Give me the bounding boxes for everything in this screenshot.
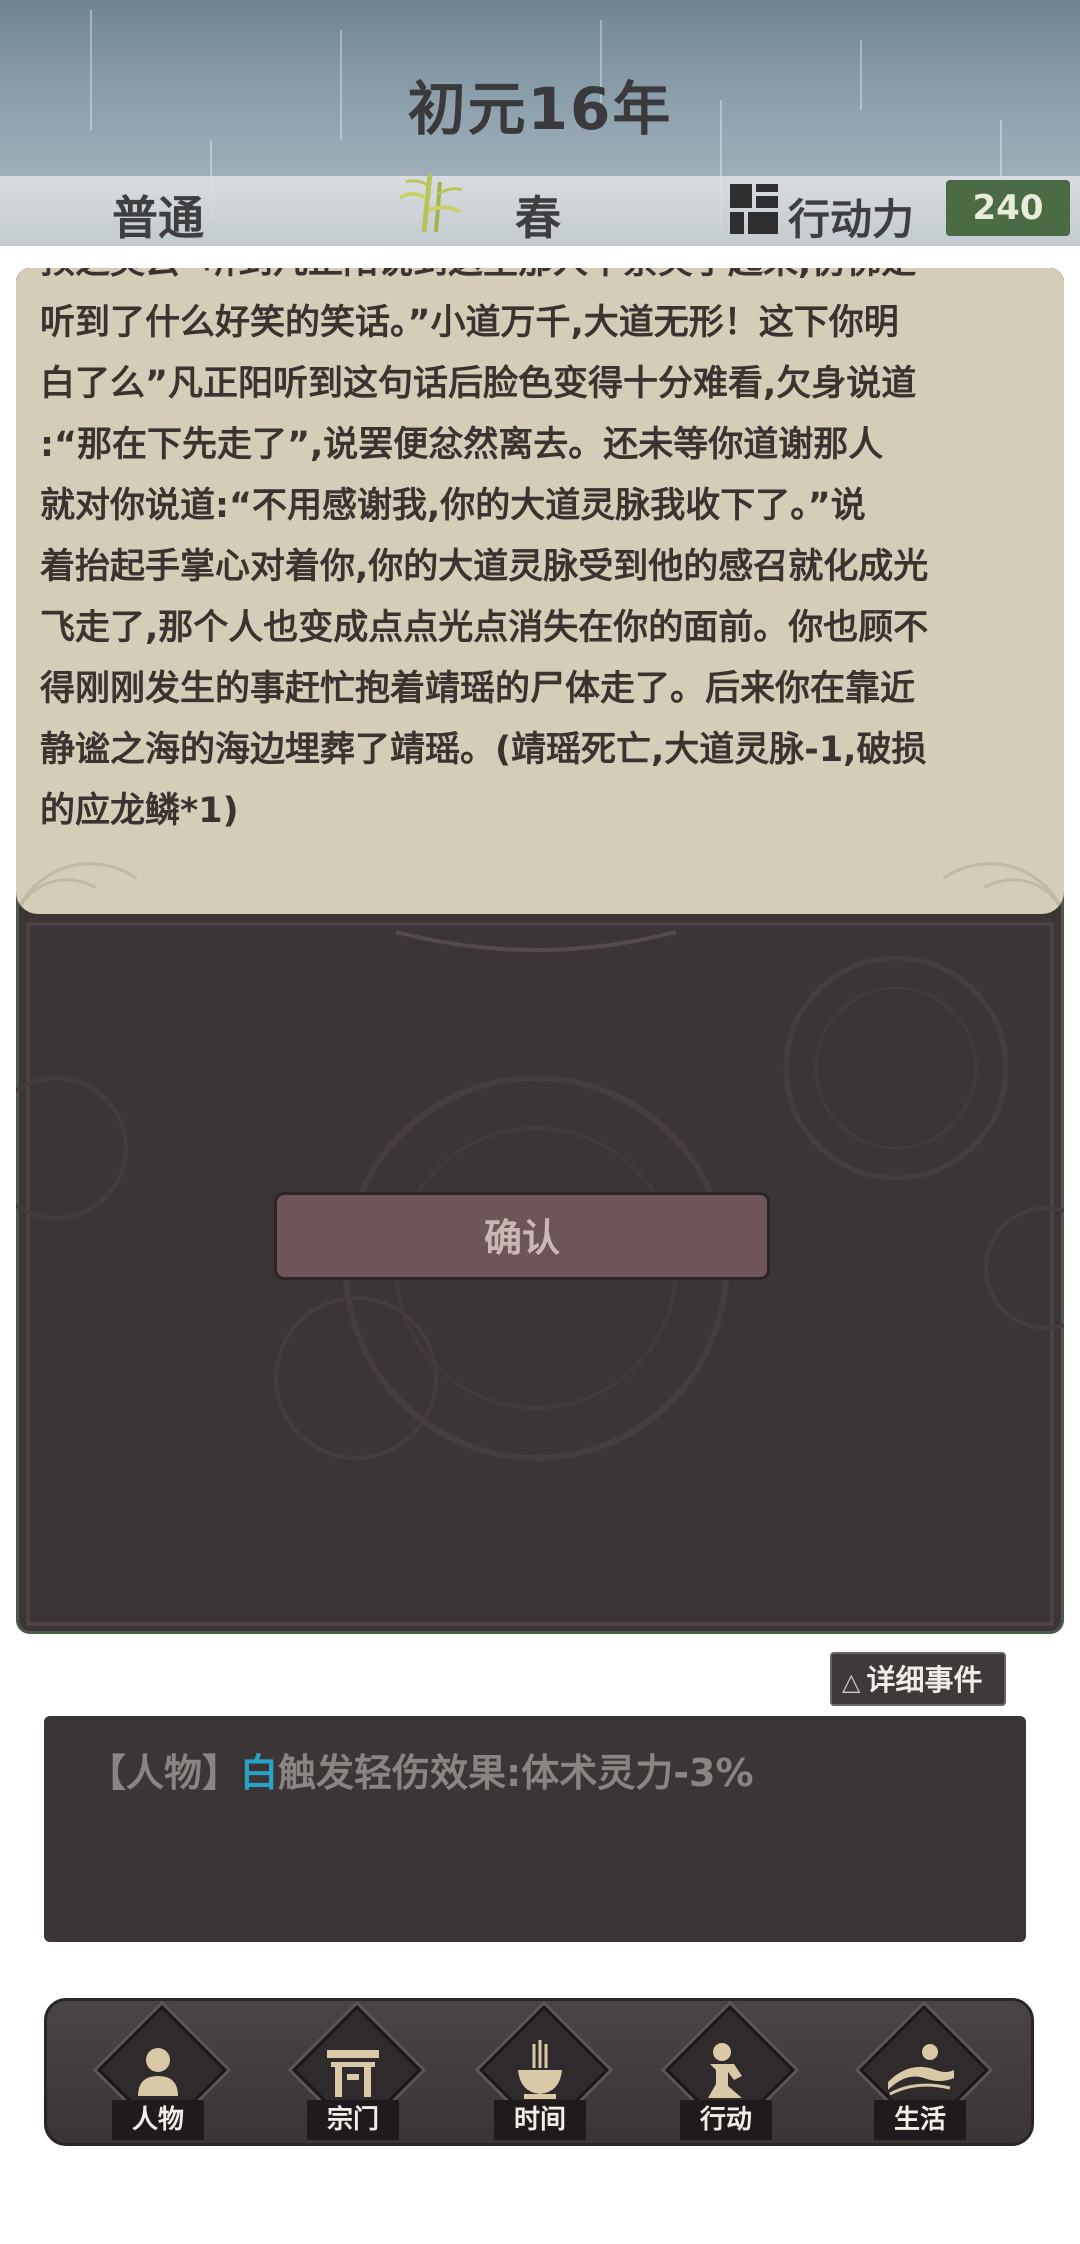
event-log[interactable]: 【人物】白触发轻伤效果:体术灵力-3% — [44, 1716, 1026, 1942]
nav-item-time[interactable]: 时间 — [470, 2004, 610, 2142]
person-icon — [138, 2048, 178, 2096]
nav-label: 人物 — [112, 2100, 204, 2140]
confirm-button[interactable]: 确认 — [274, 1192, 770, 1280]
triangle-icon: △ — [842, 1668, 861, 1696]
nav-label: 时间 — [494, 2100, 586, 2140]
nav-label: 宗门 — [307, 2100, 399, 2140]
log-category: 【人物】 — [88, 1751, 241, 1795]
top-header: 初元16年 普通 春 行动力 240 — [0, 0, 1080, 246]
nav-item-action[interactable]: 行动 — [656, 2004, 796, 2142]
text-box-corner-ornament — [16, 862, 1064, 914]
action-points-label: 行动力 — [788, 195, 915, 244]
difficulty-mode: 普通 — [112, 191, 204, 245]
bamboo-icon — [398, 173, 463, 233]
action-figure-icon — [708, 2043, 742, 2098]
nav-item-life[interactable]: 生活 — [850, 2004, 990, 2142]
event-dialog: 预之灵云“听到凡正阳说到这里那人不禁笑了起来,仿佛是 听到了什么好笑的笑话。”小… — [16, 268, 1064, 1634]
log-entry: 【人物】白触发轻伤效果:体术灵力-3% — [88, 1742, 754, 1797]
log-character-name[interactable]: 白 — [240, 1751, 278, 1795]
nav-item-sect[interactable]: 宗门 — [283, 2004, 423, 2142]
incense-burner-icon — [518, 2040, 562, 2099]
action-points-value: 240 — [946, 180, 1070, 236]
season-label: 春 — [515, 191, 561, 245]
detail-events-button[interactable]: △ 详细事件 — [830, 1652, 1006, 1706]
detail-events-label: 详细事件 — [866, 1663, 983, 1697]
event-text-box[interactable]: 预之灵云“听到凡正阳说到这里那人不禁笑了起来,仿佛是 听到了什么好笑的笑话。”小… — [16, 268, 1064, 914]
year-title: 初元16年 — [407, 75, 673, 143]
action-points-icon — [730, 184, 778, 234]
nav-label: 生活 — [874, 2100, 966, 2140]
nav-label: 行动 — [680, 2100, 772, 2140]
life-landscape-icon — [888, 2044, 954, 2096]
nav-item-person[interactable]: 人物 — [88, 2004, 228, 2142]
log-message: 触发轻伤效果:体术灵力-3% — [278, 1751, 754, 1795]
sect-gate-icon — [327, 2050, 379, 2097]
